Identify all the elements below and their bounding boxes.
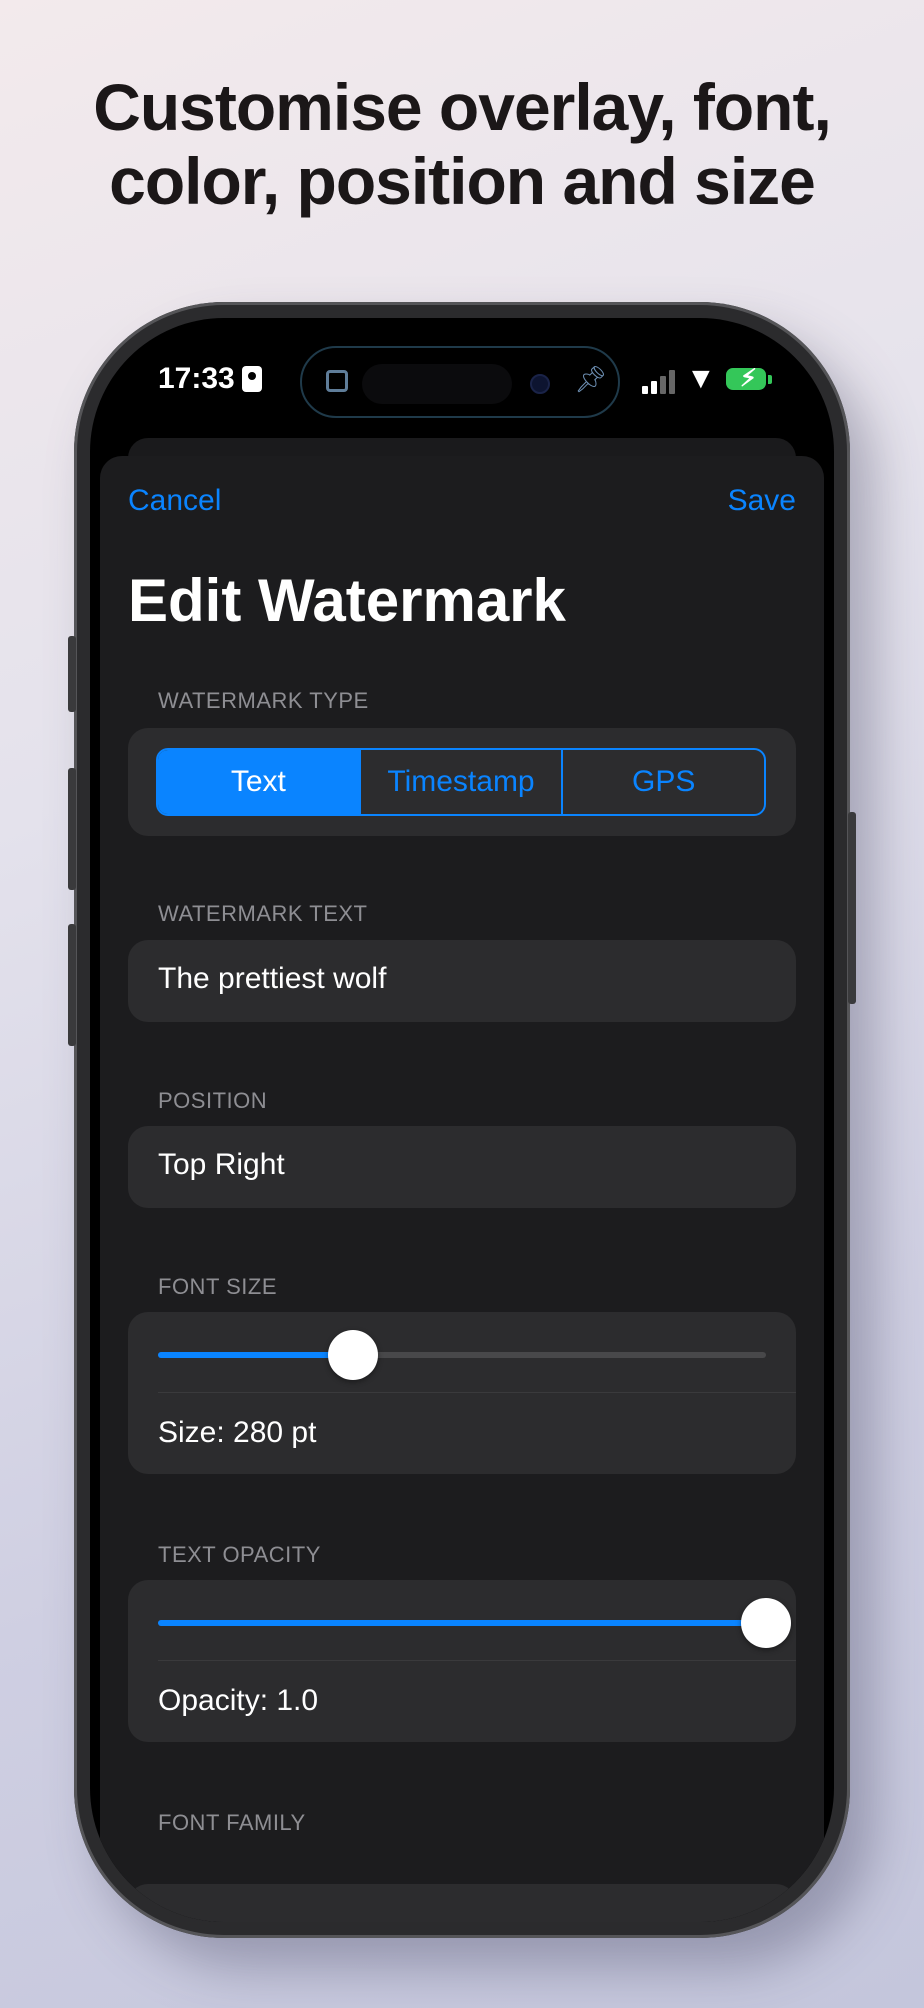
font-size-value: Size: 280 pt xyxy=(158,1416,317,1449)
volume-down-button xyxy=(68,924,76,1046)
page-title: Edit Watermark xyxy=(128,567,566,634)
section-label-position: POSITION xyxy=(158,1088,268,1113)
section-label-font-family: FONT FAMILY xyxy=(158,1810,306,1835)
cellular-signal-icon xyxy=(642,368,678,394)
font-family-picker[interactable] xyxy=(128,1884,796,1922)
pin-icon: 📌︎ xyxy=(574,364,608,394)
watermark-type-group: Text Timestamp GPS xyxy=(128,728,796,836)
battery-tip xyxy=(768,375,772,384)
divider xyxy=(158,1392,796,1393)
watermark-text-field[interactable]: The prettiest wolf xyxy=(128,940,796,1022)
segment-text[interactable]: Text xyxy=(158,750,359,814)
section-label-watermark-text: WATERMARK TEXT xyxy=(158,901,368,926)
status-time: 17:33 xyxy=(158,362,235,395)
divider xyxy=(158,1660,796,1661)
text-opacity-group: Opacity: 1.0 xyxy=(128,1580,796,1742)
section-label-text-opacity: TEXT OPACITY xyxy=(158,1542,321,1567)
headline-line-1: Customise overlay, font, xyxy=(93,70,832,144)
contact-card-icon xyxy=(242,366,262,392)
save-button[interactable]: Save xyxy=(728,484,796,518)
marketing-headline: Customise overlay, font, color, position… xyxy=(0,70,924,218)
wifi-icon: ▼ xyxy=(686,362,716,395)
position-picker[interactable]: Top Right xyxy=(128,1126,796,1208)
font-size-slider-fill xyxy=(158,1352,353,1358)
text-opacity-slider-knob[interactable] xyxy=(741,1598,791,1648)
volume-up-button xyxy=(68,768,76,890)
text-opacity-slider-fill xyxy=(158,1620,766,1626)
section-label-font-size: FONT SIZE xyxy=(158,1274,277,1299)
segment-timestamp[interactable]: Timestamp xyxy=(358,750,562,814)
font-size-group: Size: 280 pt xyxy=(128,1312,796,1474)
dynamic-island: 📌︎ xyxy=(300,346,620,418)
action-button xyxy=(68,636,76,712)
island-sensor xyxy=(362,364,512,404)
phone-screen: 17:33 📌︎ ▼ ⚡︎ Cancel Save Edit Watermark… xyxy=(90,318,834,1922)
screen-mirror-icon xyxy=(326,370,348,392)
section-label-watermark-type: WATERMARK TYPE xyxy=(158,688,369,713)
edit-watermark-sheet: Cancel Save Edit Watermark WATERMARK TYP… xyxy=(100,456,824,1922)
watermark-type-segmented-control: Text Timestamp GPS xyxy=(156,748,766,816)
status-bar: 17:33 📌︎ ▼ ⚡︎ xyxy=(90,318,834,438)
position-value: Top Right xyxy=(158,1148,285,1181)
font-size-slider[interactable] xyxy=(158,1330,766,1380)
text-opacity-slider[interactable] xyxy=(158,1598,791,1648)
cancel-button[interactable]: Cancel xyxy=(128,484,221,518)
watermark-text-value: The prettiest wolf xyxy=(158,962,387,995)
font-size-slider-knob[interactable] xyxy=(327,1330,378,1380)
text-opacity-value: Opacity: 1.0 xyxy=(158,1684,319,1717)
charging-bolt-icon: ⚡︎ xyxy=(740,365,757,392)
headline-line-2: color, position and size xyxy=(109,144,816,218)
front-camera-icon xyxy=(530,374,550,394)
side-power-button xyxy=(848,812,856,1004)
segment-gps[interactable]: GPS xyxy=(561,750,764,814)
